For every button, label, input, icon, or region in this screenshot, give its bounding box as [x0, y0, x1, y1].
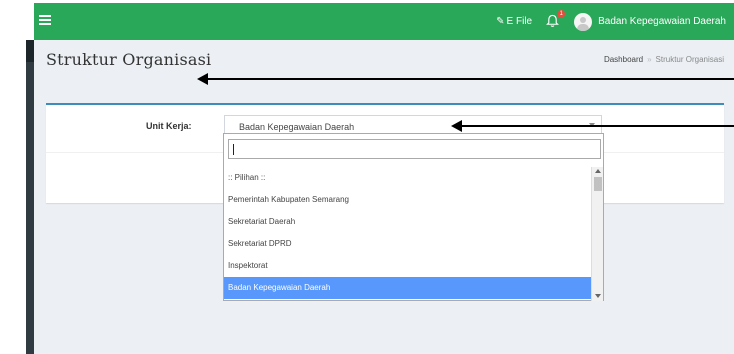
efile-label: E File — [506, 16, 533, 27]
annotation-arrow-title — [197, 73, 734, 85]
scroll-down-icon[interactable] — [595, 294, 601, 298]
avatar[interactable] — [574, 12, 593, 31]
dropdown-option[interactable]: Badan Perencanaan, Penelitian, dan Penge… — [224, 299, 591, 301]
annotation-arrow-select — [451, 120, 734, 132]
dropdown-list: :: Pilihan :: Pemerintah Kabupaten Semara… — [224, 167, 591, 301]
navbar-right: ✎ E File 1 Badan Kepegawaian Daerah — [496, 3, 726, 40]
username-label[interactable]: Badan Kepegawaian Daerah — [598, 16, 726, 27]
hamburger-menu-icon[interactable] — [39, 15, 51, 25]
efile-link[interactable]: ✎ E File — [496, 16, 532, 27]
dropdown-option[interactable]: Sekretariat DPRD — [224, 233, 591, 255]
scroll-up-icon[interactable] — [595, 169, 601, 173]
notification-badge: 1 — [557, 9, 566, 18]
top-navbar: ✎ E File 1 Badan Kepegawaian Daerah — [34, 3, 734, 40]
dropdown-search-input[interactable] — [228, 139, 601, 159]
unit-kerja-dropdown: :: Pilihan :: Pemerintah Kabupaten Semara… — [223, 133, 604, 301]
breadcrumb-current: Struktur Organisasi — [655, 55, 724, 64]
breadcrumb-separator-icon: » — [647, 55, 652, 64]
dropdown-option[interactable]: Badan Kepegawaian Daerah — [224, 277, 591, 299]
breadcrumb: Dashboard » Struktur Organisasi — [604, 55, 724, 64]
sidebar-dark-panel — [26, 40, 34, 354]
dropdown-scrollbar[interactable] — [591, 167, 603, 301]
page-title: Struktur Organisasi — [46, 50, 212, 69]
dropdown-option[interactable]: Sekretariat Daerah — [224, 211, 591, 233]
sidebar-strip — [0, 0, 34, 354]
sidebar-top-block — [26, 40, 34, 62]
notification-bell-icon[interactable]: 1 — [546, 9, 566, 30]
dropdown-option[interactable]: Pemerintah Kabupaten Semarang — [224, 189, 591, 211]
dropdown-option[interactable]: :: Pilihan :: — [224, 167, 591, 189]
unit-kerja-selected-value: Badan Kepegawaian Daerah — [239, 122, 355, 132]
text-cursor — [233, 144, 234, 155]
dropdown-option[interactable]: Inspektorat — [224, 255, 591, 277]
unit-kerja-label: Unit Kerja: — [146, 121, 192, 131]
scrollbar-thumb[interactable] — [594, 177, 602, 191]
pencil-icon: ✎ — [496, 16, 505, 27]
breadcrumb-dashboard[interactable]: Dashboard — [604, 55, 643, 64]
